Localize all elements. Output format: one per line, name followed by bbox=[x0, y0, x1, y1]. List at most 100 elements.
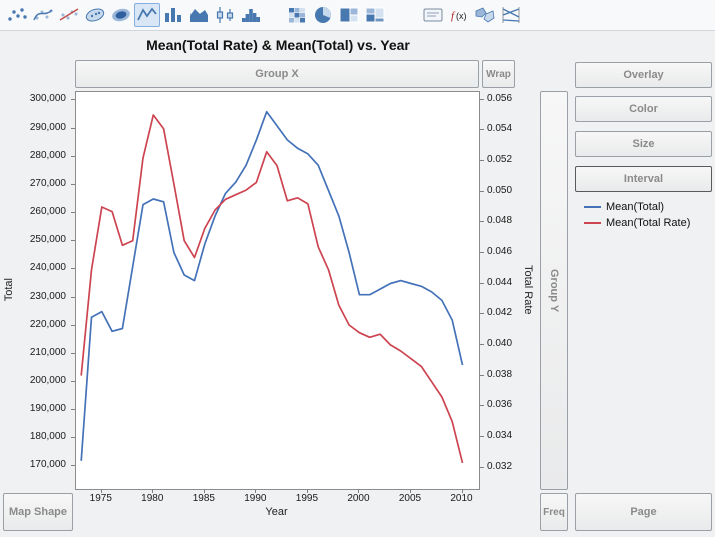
yl-tick-label: 280,000 bbox=[30, 150, 66, 162]
toolbar-caption-box-button[interactable] bbox=[420, 3, 446, 27]
ellipse-icon bbox=[83, 5, 107, 25]
drop-zone-page[interactable]: Page bbox=[575, 493, 712, 531]
yr-tick-mark bbox=[480, 283, 484, 284]
drop-zone-size[interactable]: Size bbox=[575, 131, 712, 157]
x-tick-label: 1980 bbox=[141, 493, 163, 504]
drop-zone-wrap[interactable]: Wrap bbox=[482, 60, 515, 88]
element-type-toolbar: f(x) bbox=[0, 0, 715, 31]
plot-svg bbox=[76, 92, 479, 489]
y-axis-right-title: Total Rate bbox=[520, 91, 536, 488]
toolbar-area-button[interactable] bbox=[186, 3, 212, 27]
toolbar-heatmap-button[interactable] bbox=[284, 3, 310, 27]
drop-zone-overlay[interactable]: Overlay bbox=[575, 62, 712, 88]
toolbar-box-plot-button[interactable] bbox=[212, 3, 238, 27]
yl-tick-mark bbox=[71, 99, 75, 100]
yl-tick-label: 180,000 bbox=[30, 431, 66, 443]
yr-tick-label: 0.034 bbox=[487, 430, 512, 442]
x-tick-label: 2010 bbox=[450, 493, 472, 504]
bar-icon bbox=[161, 5, 185, 25]
yl-tick-mark bbox=[71, 212, 75, 213]
yl-tick-mark bbox=[71, 268, 75, 269]
toolbar-points-button[interactable] bbox=[4, 3, 30, 27]
yr-tick-mark bbox=[480, 99, 484, 100]
legend-item-mean-total-rate[interactable]: Mean(Total Rate) bbox=[584, 215, 690, 231]
drop-zone-freq[interactable]: Freq bbox=[540, 493, 568, 531]
yl-tick-label: 290,000 bbox=[30, 122, 66, 134]
formula-icon: f(x) bbox=[447, 5, 471, 25]
treemap-icon bbox=[337, 5, 361, 25]
line-icon bbox=[135, 5, 159, 25]
yr-tick-mark bbox=[480, 221, 484, 222]
yr-tick-mark bbox=[480, 467, 484, 468]
yl-tick-mark bbox=[71, 184, 75, 185]
chart-title: Mean(Total Rate) & Mean(Total) vs. Year bbox=[0, 37, 556, 53]
yl-tick-mark bbox=[71, 128, 75, 129]
yr-tick-label: 0.032 bbox=[487, 461, 512, 473]
toolbar-ellipse-button[interactable] bbox=[82, 3, 108, 27]
caption-box-icon bbox=[421, 5, 445, 25]
drop-zone-group-y[interactable]: Group Y bbox=[540, 91, 568, 490]
toolbar-treemap-button[interactable] bbox=[336, 3, 362, 27]
yl-tick-label: 300,000 bbox=[30, 93, 66, 105]
yl-tick-label: 200,000 bbox=[30, 375, 66, 387]
series-line-1[interactable] bbox=[81, 115, 462, 463]
toolbar-parallel-button[interactable] bbox=[498, 3, 524, 27]
toolbar-map-shapes-button[interactable] bbox=[472, 3, 498, 27]
mosaic-icon bbox=[363, 5, 387, 25]
yl-tick-label: 230,000 bbox=[30, 291, 66, 303]
yl-tick-mark bbox=[71, 240, 75, 241]
yl-tick-label: 220,000 bbox=[30, 319, 66, 331]
toolbar-line-of-fit-button[interactable] bbox=[56, 3, 82, 27]
yr-tick-label: 0.042 bbox=[487, 307, 512, 319]
toolbar-line-button[interactable] bbox=[134, 3, 160, 27]
x-tick-label: 1995 bbox=[296, 493, 318, 504]
x-tick-label: 2000 bbox=[347, 493, 369, 504]
yl-tick-mark bbox=[71, 325, 75, 326]
toolbar-pie-button[interactable] bbox=[310, 3, 336, 27]
yr-tick-mark bbox=[480, 313, 484, 314]
yl-tick-mark bbox=[71, 409, 75, 410]
yl-tick-mark bbox=[71, 437, 75, 438]
y-axis-right: 0.0560.0540.0520.0500.0480.0460.0440.042… bbox=[480, 91, 516, 488]
toolbar-smoother-button[interactable] bbox=[30, 3, 56, 27]
box-plot-icon bbox=[213, 5, 237, 25]
yr-tick-label: 0.056 bbox=[487, 93, 512, 105]
toolbar-formula-button[interactable]: f(x) bbox=[446, 3, 472, 27]
legend-label-mean-total-rate: Mean(Total Rate) bbox=[606, 217, 690, 229]
yl-tick-label: 190,000 bbox=[30, 403, 66, 415]
map-shapes-icon bbox=[473, 5, 497, 25]
series-line-0[interactable] bbox=[81, 112, 462, 461]
yl-tick-mark bbox=[71, 156, 75, 157]
line-of-fit-icon bbox=[57, 5, 81, 25]
yr-tick-label: 0.038 bbox=[487, 369, 512, 381]
yr-tick-label: 0.048 bbox=[487, 215, 512, 227]
contour-icon bbox=[109, 5, 133, 25]
legend: Mean(Total) Mean(Total Rate) bbox=[584, 199, 690, 231]
drop-zone-color[interactable]: Color bbox=[575, 96, 712, 122]
smoother-icon bbox=[31, 5, 55, 25]
yr-tick-mark bbox=[480, 129, 484, 130]
yr-tick-label: 0.044 bbox=[487, 277, 512, 289]
drop-zone-group-x[interactable]: Group X bbox=[75, 60, 479, 88]
graph-builder-window: f(x) Mean(Total Rate) & Mean(Total) vs. … bbox=[0, 0, 715, 537]
legend-item-mean-total[interactable]: Mean(Total) bbox=[584, 199, 690, 215]
toolbar-bar-button[interactable] bbox=[160, 3, 186, 27]
yr-tick-mark bbox=[480, 160, 484, 161]
toolbar-mosaic-button[interactable] bbox=[362, 3, 388, 27]
drop-zone-interval[interactable]: Interval bbox=[575, 166, 712, 192]
points-icon bbox=[5, 5, 29, 25]
yr-tick-mark bbox=[480, 344, 484, 345]
legend-label-mean-total: Mean(Total) bbox=[606, 201, 664, 213]
toolbar-contour-button[interactable] bbox=[108, 3, 134, 27]
area-icon bbox=[187, 5, 211, 25]
legend-swatch-mean-total-rate bbox=[584, 222, 601, 224]
drop-zone-map-shape[interactable]: Map Shape bbox=[3, 493, 73, 531]
yl-tick-label: 210,000 bbox=[30, 347, 66, 359]
plot-area[interactable] bbox=[75, 91, 480, 490]
yr-tick-label: 0.054 bbox=[487, 123, 512, 135]
yl-tick-label: 260,000 bbox=[30, 206, 66, 218]
yr-tick-label: 0.050 bbox=[487, 185, 512, 197]
yl-tick-label: 170,000 bbox=[30, 459, 66, 471]
toolbar-histogram-button[interactable] bbox=[238, 3, 264, 27]
parallel-icon bbox=[499, 5, 523, 25]
